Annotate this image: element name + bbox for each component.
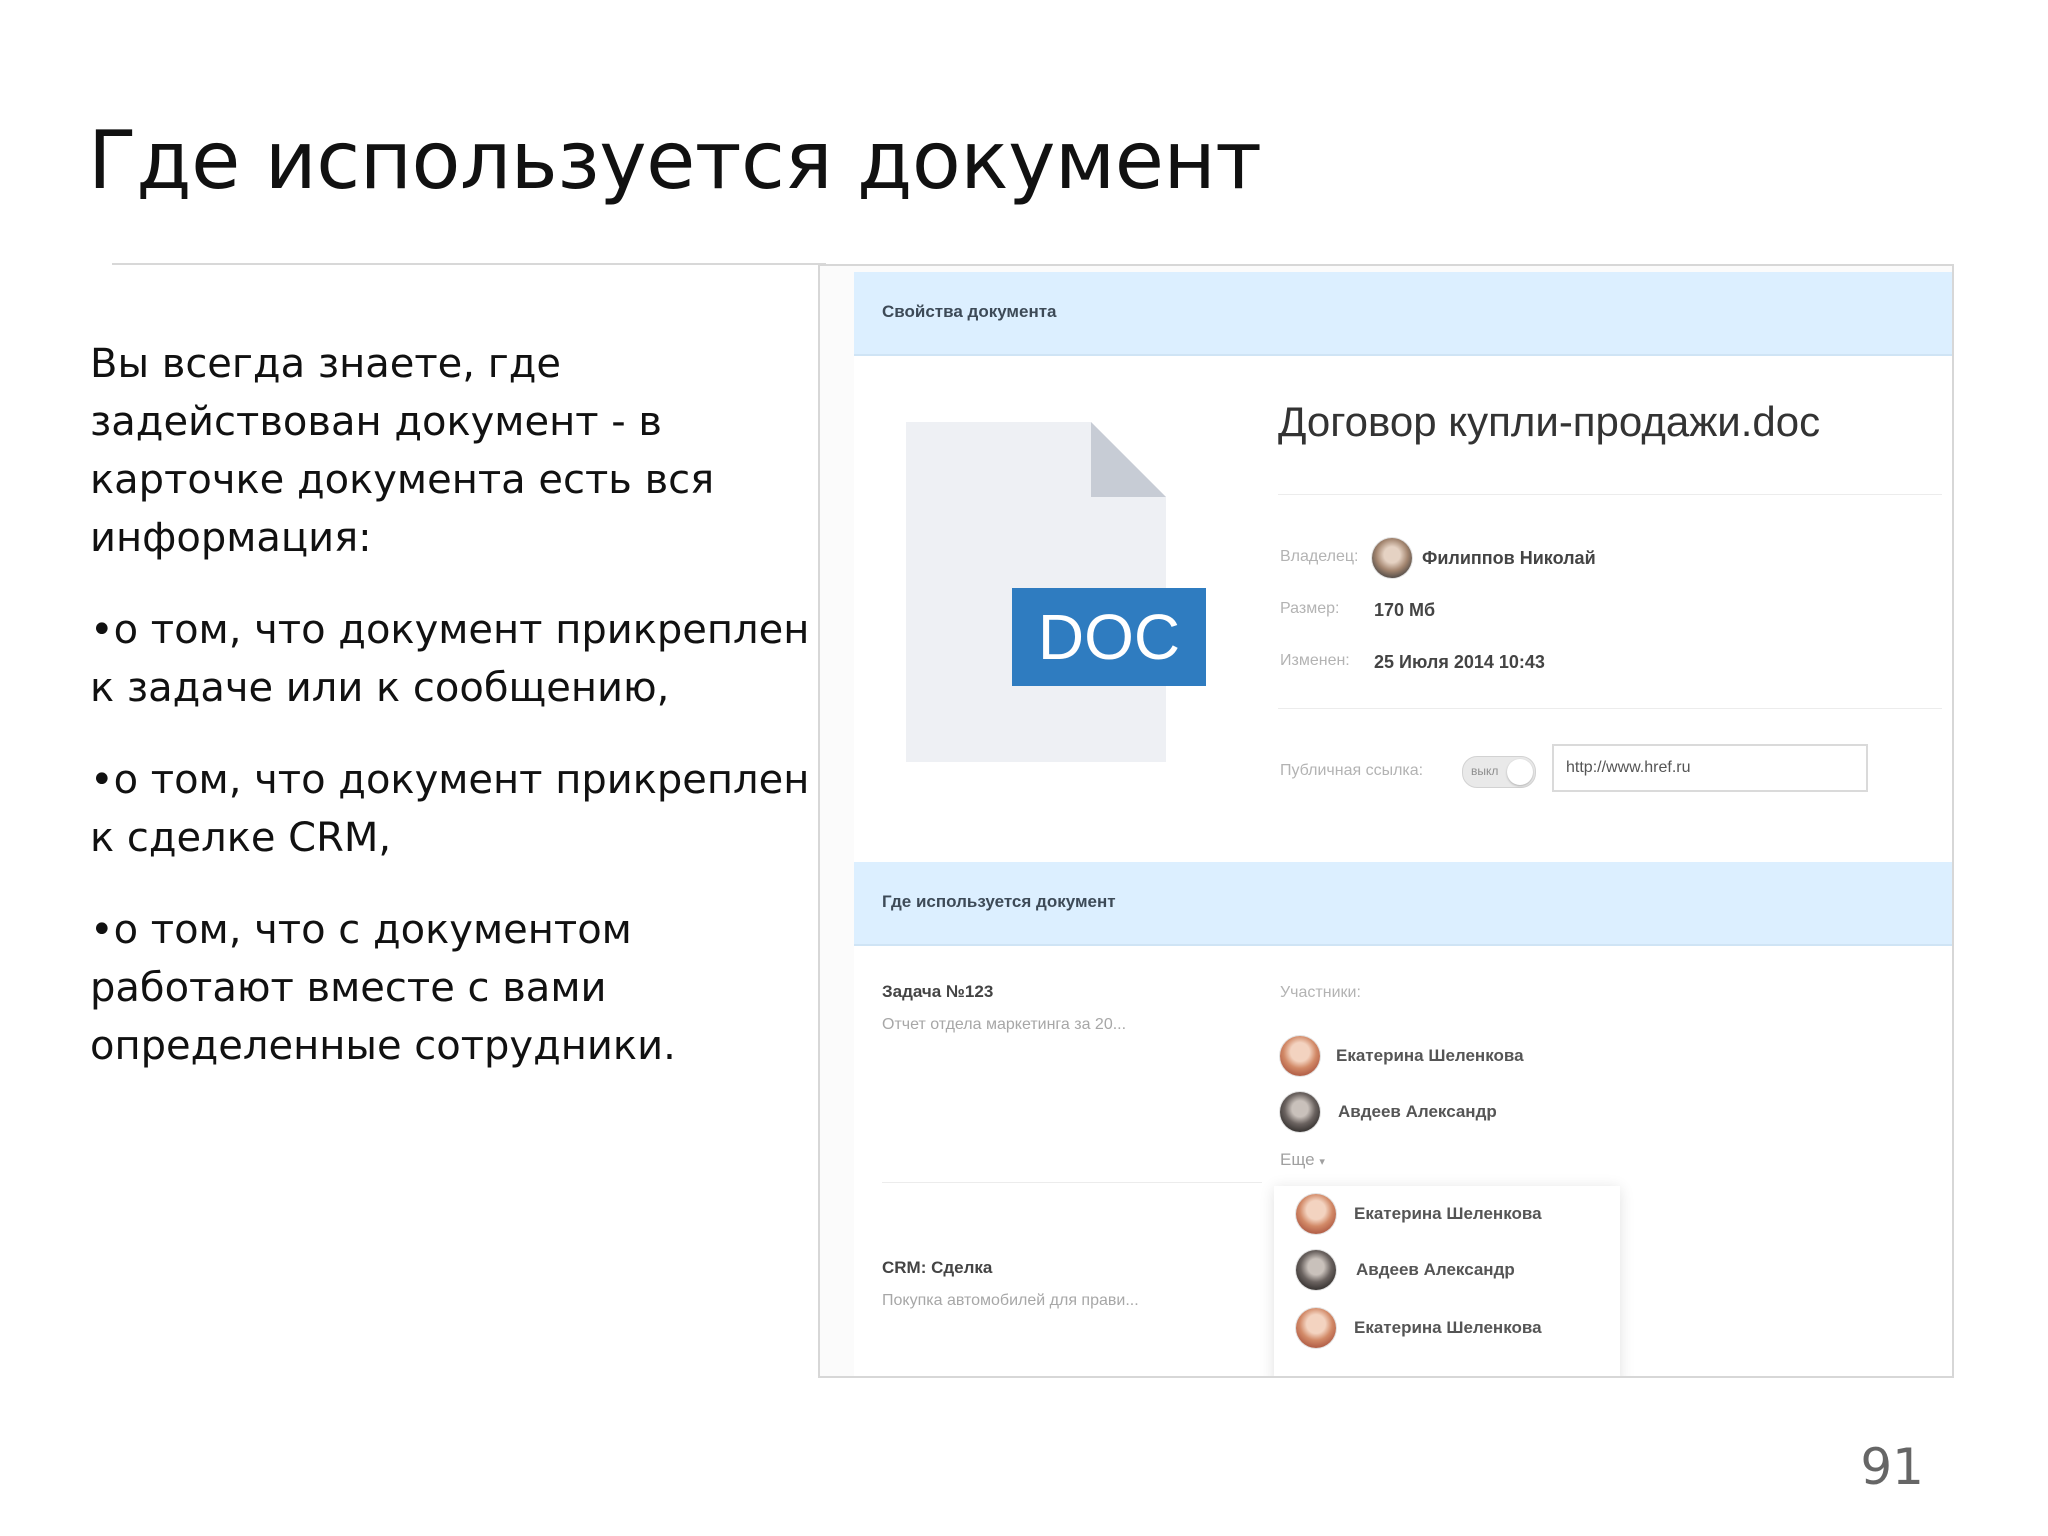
public-link-input[interactable] xyxy=(1552,744,1868,792)
more-participants-link[interactable]: Еще ▾ xyxy=(1280,1150,1325,1170)
toggle-knob xyxy=(1507,759,1533,785)
bullet-task: •о том, что документ прикреплен к задаче… xyxy=(90,607,810,711)
dropdown-person-name[interactable]: Авдеев Александр xyxy=(1356,1260,1515,1280)
toggle-state-text: выкл xyxy=(1471,764,1499,778)
usage-header-label: Где используется документ xyxy=(882,892,1116,911)
chevron-down-icon: ▾ xyxy=(1319,1156,1325,1168)
properties-header: Свойства документа xyxy=(854,272,1952,356)
doc-badge-text: DOC xyxy=(1038,601,1180,673)
participants-label: Участники: xyxy=(1280,984,1361,1001)
public-link-toggle[interactable]: выкл xyxy=(1462,756,1536,788)
slide-body: Вы всегда знаете, где задействован докум… xyxy=(90,335,810,1109)
size-value: 170 Мб xyxy=(1374,600,1436,620)
owner-label: Владелец: xyxy=(1280,548,1359,565)
dropdown-avatar[interactable] xyxy=(1296,1250,1336,1290)
owner-avatar[interactable] xyxy=(1372,538,1412,578)
page-number: 91 xyxy=(1860,1438,1924,1496)
participant-name[interactable]: Екатерина Шеленкова xyxy=(1336,1046,1524,1066)
bullet-crm: •о том, что документ прикреплен к сделке… xyxy=(90,757,810,861)
usage-header: Где используется документ xyxy=(854,862,1952,946)
task-title[interactable]: Задача №123 xyxy=(882,982,993,1002)
participant-avatar[interactable] xyxy=(1280,1092,1320,1132)
participant-avatar[interactable] xyxy=(1280,1036,1320,1076)
more-label: Еще xyxy=(1280,1150,1315,1169)
slide-title: Где используется документ xyxy=(88,113,1262,207)
file-name: Договор купли-продажи.doc xyxy=(1278,398,1821,445)
title-divider-line xyxy=(1278,494,1942,495)
document-card: Свойства документа DOC Договор купли-про… xyxy=(854,272,1952,1376)
participant-name[interactable]: Авдеев Александр xyxy=(1338,1102,1497,1122)
doc-file-icon: DOC xyxy=(906,422,1206,762)
dropdown-person-name[interactable]: Екатерина Шеленкова xyxy=(1354,1318,1542,1338)
dropdown-avatar[interactable] xyxy=(1296,1308,1336,1348)
dropdown-person-name[interactable]: Екатерина Шеленкова xyxy=(1354,1204,1542,1224)
crm-title[interactable]: CRM: Сделка xyxy=(882,1258,992,1278)
dropdown-avatar[interactable] xyxy=(1296,1194,1336,1234)
crm-subtitle: Покупка автомобилей для прави... xyxy=(882,1292,1139,1309)
bullet-coworkers: •о том, что с документом работают вместе… xyxy=(90,907,676,1069)
public-link-label: Публичная ссылка: xyxy=(1280,762,1424,779)
modified-label: Изменен: xyxy=(1280,652,1350,669)
modified-value: 25 Июля 2014 10:43 xyxy=(1374,652,1545,672)
meta-divider-line xyxy=(1278,708,1942,709)
intro-paragraph: Вы всегда знаете, где задействован докум… xyxy=(90,341,715,561)
item-divider-line xyxy=(882,1182,1262,1183)
properties-header-label: Свойства документа xyxy=(882,302,1057,321)
size-label: Размер: xyxy=(1280,600,1340,617)
more-participants-dropdown: Екатерина Шеленкова Авдеев Александр Ека… xyxy=(1274,1186,1620,1376)
document-card-screenshot: Свойства документа DOC Договор купли-про… xyxy=(818,264,1954,1378)
owner-name[interactable]: Филиппов Николай xyxy=(1422,548,1596,569)
title-divider xyxy=(112,263,826,265)
task-subtitle: Отчет отдела маркетинга за 20... xyxy=(882,1016,1127,1033)
